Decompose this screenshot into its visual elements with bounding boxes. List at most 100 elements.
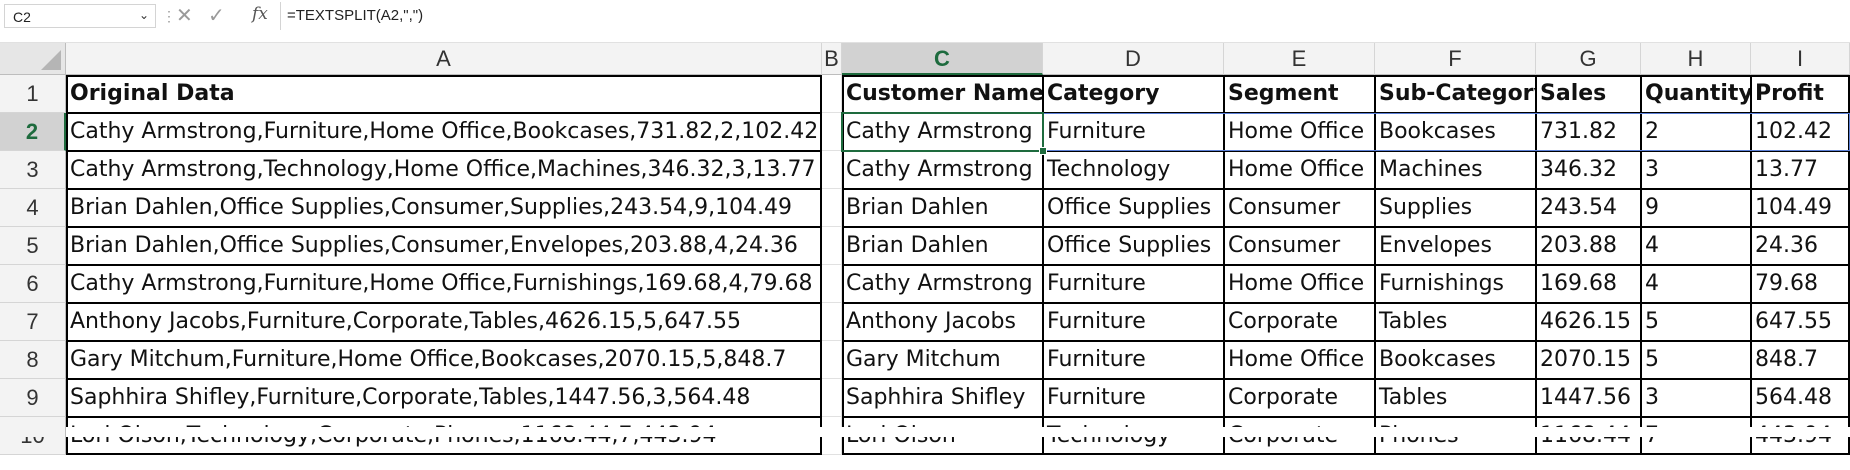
split-cell[interactable]: Brian Dahlen <box>842 227 1043 265</box>
split-cell[interactable]: Furniture <box>1043 265 1224 303</box>
empty-cell-b[interactable] <box>822 75 842 113</box>
split-cell[interactable]: Office Supplies <box>1043 227 1224 265</box>
select-all-corner[interactable] <box>0 43 66 75</box>
split-cell[interactable]: 3 <box>1641 151 1751 189</box>
split-cell[interactable]: 13.77 <box>1751 151 1850 189</box>
column-header-h[interactable]: H <box>1641 43 1751 75</box>
split-cell[interactable]: Anthony Jacobs <box>842 303 1043 341</box>
original-data-cell[interactable]: Cathy Armstrong,Furniture,Home Office,Bo… <box>66 113 822 151</box>
split-cell[interactable]: Cathy Armstrong <box>842 113 1043 151</box>
split-cell[interactable]: 5 <box>1641 303 1751 341</box>
original-data-cell[interactable]: Anthony Jacobs,Furniture,Corporate,Table… <box>66 303 822 341</box>
row-header-4[interactable]: 4 <box>0 189 66 227</box>
empty-cell-b[interactable] <box>822 113 842 151</box>
split-cell[interactable]: Home Office <box>1224 151 1375 189</box>
row-header-1[interactable]: 1 <box>0 75 66 113</box>
column-header-c[interactable]: C <box>842 43 1043 75</box>
column-header-i[interactable]: I <box>1751 43 1850 75</box>
split-cell[interactable]: 731.82 <box>1536 113 1641 151</box>
split-cell[interactable]: 647.55 <box>1751 303 1850 341</box>
split-cell[interactable]: Corporate <box>1224 379 1375 417</box>
split-header-sub-category[interactable]: Sub-Category <box>1375 75 1536 113</box>
row-header-8[interactable]: 8 <box>0 341 66 379</box>
empty-cell-b[interactable] <box>822 341 842 379</box>
split-cell[interactable]: Machines <box>1375 151 1536 189</box>
split-header-profit[interactable]: Profit <box>1751 75 1850 113</box>
split-cell[interactable]: Bookcases <box>1375 341 1536 379</box>
split-cell[interactable]: 4 <box>1641 265 1751 303</box>
split-cell[interactable]: 9 <box>1641 189 1751 227</box>
drag-handle-icon[interactable]: ⋮ <box>162 8 176 24</box>
column-header-d[interactable]: D <box>1043 43 1224 75</box>
split-cell[interactable]: Consumer <box>1224 189 1375 227</box>
split-cell[interactable]: Home Office <box>1224 341 1375 379</box>
split-cell[interactable]: Furnishings <box>1375 265 1536 303</box>
row-header-5[interactable]: 5 <box>0 227 66 265</box>
split-cell[interactable]: 2 <box>1641 113 1751 151</box>
formula-input[interactable]: =TEXTSPLIT(A2,",") <box>280 2 1846 30</box>
original-data-cell[interactable]: Brian Dahlen,Office Supplies,Consumer,Su… <box>66 189 822 227</box>
split-cell[interactable]: 104.49 <box>1751 189 1850 227</box>
split-cell[interactable]: 169.68 <box>1536 265 1641 303</box>
split-cell[interactable]: 564.48 <box>1751 379 1850 417</box>
split-cell[interactable]: Office Supplies <box>1043 189 1224 227</box>
column-header-g[interactable]: G <box>1536 43 1641 75</box>
split-cell[interactable]: Tables <box>1375 379 1536 417</box>
empty-cell-b[interactable] <box>822 265 842 303</box>
split-cell[interactable]: 4 <box>1641 227 1751 265</box>
split-cell[interactable]: 102.42 <box>1751 113 1850 151</box>
split-cell[interactable]: 2070.15 <box>1536 341 1641 379</box>
split-cell[interactable]: 203.88 <box>1536 227 1641 265</box>
column-header-b[interactable]: B <box>822 43 842 75</box>
original-data-cell[interactable]: Saphhira Shifley,Furniture,Corporate,Tab… <box>66 379 822 417</box>
split-cell[interactable]: 3 <box>1641 379 1751 417</box>
row-header-2[interactable]: 2 <box>0 113 66 151</box>
split-cell[interactable]: Furniture <box>1043 113 1224 151</box>
row-header-11[interactable] <box>0 427 66 437</box>
split-cell[interactable]: Cathy Armstrong <box>842 265 1043 303</box>
column-header-e[interactable]: E <box>1224 43 1375 75</box>
original-data-cell[interactable]: Brian Dahlen,Office Supplies,Consumer,En… <box>66 227 822 265</box>
split-cell[interactable]: 79.68 <box>1751 265 1850 303</box>
split-cell[interactable]: 1447.56 <box>1536 379 1641 417</box>
row-header-6[interactable]: 6 <box>0 265 66 303</box>
name-box[interactable]: C2 ⌄ <box>4 4 156 28</box>
empty-cell-b[interactable] <box>822 151 842 189</box>
split-header-segment[interactable]: Segment <box>1224 75 1375 113</box>
split-cell[interactable]: Furniture <box>1043 303 1224 341</box>
split-cell[interactable]: Envelopes <box>1375 227 1536 265</box>
split-cell[interactable]: Furniture <box>1043 341 1224 379</box>
empty-cell-b[interactable] <box>822 303 842 341</box>
close-icon[interactable]: ✕ <box>176 3 193 29</box>
split-cell[interactable]: Home Office <box>1224 113 1375 151</box>
split-cell[interactable]: Supplies <box>1375 189 1536 227</box>
split-cell[interactable]: 243.54 <box>1536 189 1641 227</box>
split-cell[interactable]: Home Office <box>1224 265 1375 303</box>
split-cell[interactable]: Cathy Armstrong <box>842 151 1043 189</box>
empty-cell-b[interactable] <box>822 379 842 417</box>
split-cell[interactable]: Consumer <box>1224 227 1375 265</box>
insert-function-icon[interactable]: fx <box>252 4 268 24</box>
split-cell[interactable]: 848.7 <box>1751 341 1850 379</box>
split-cell[interactable]: Gary Mitchum <box>842 341 1043 379</box>
empty-cell-b[interactable] <box>822 189 842 227</box>
split-cell[interactable]: 5 <box>1641 341 1751 379</box>
row-header-9[interactable]: 9 <box>0 379 66 417</box>
original-data-cell[interactable]: Cathy Armstrong,Technology,Home Office,M… <box>66 151 822 189</box>
split-cell[interactable]: 346.32 <box>1536 151 1641 189</box>
split-cell[interactable]: Technology <box>1043 151 1224 189</box>
column-header-a[interactable]: A <box>66 43 822 75</box>
split-cell[interactable]: Saphhira Shifley <box>842 379 1043 417</box>
split-cell[interactable]: Corporate <box>1224 303 1375 341</box>
row-header-7[interactable]: 7 <box>0 303 66 341</box>
column-header-f[interactable]: F <box>1375 43 1536 75</box>
original-data-header[interactable]: Original Data <box>66 75 822 113</box>
check-icon[interactable]: ✓ <box>208 3 225 29</box>
split-header-sales[interactable]: Sales <box>1536 75 1641 113</box>
split-header-category[interactable]: Category <box>1043 75 1224 113</box>
original-data-cell[interactable]: Cathy Armstrong,Furniture,Home Office,Fu… <box>66 265 822 303</box>
split-cell[interactable]: Tables <box>1375 303 1536 341</box>
chevron-down-icon[interactable]: ⌄ <box>139 8 149 22</box>
empty-cell-b[interactable] <box>822 227 842 265</box>
row-header-3[interactable]: 3 <box>0 151 66 189</box>
